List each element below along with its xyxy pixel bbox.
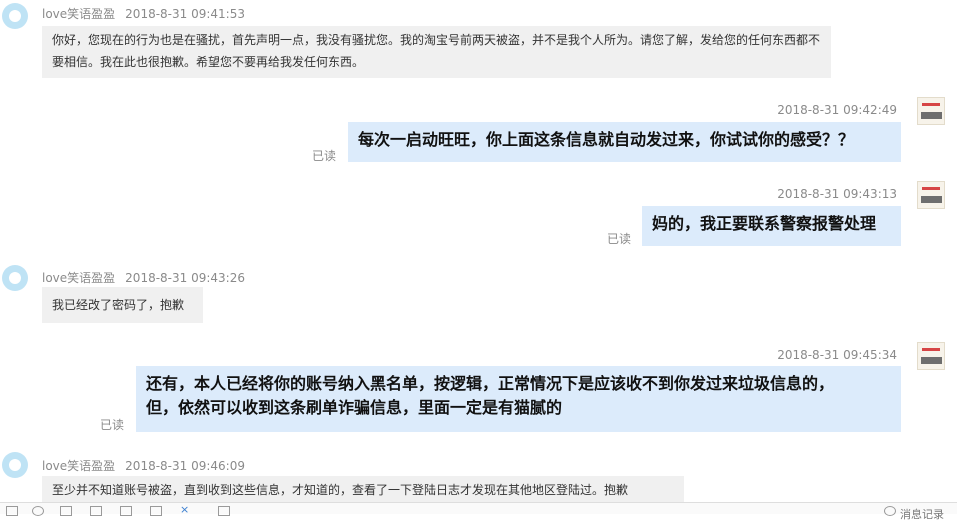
message-text: 妈的，我正要联系警察报警处理 (652, 214, 877, 233)
file-icon[interactable] (218, 506, 230, 516)
read-status: 已读 (607, 232, 632, 246)
font-icon[interactable] (6, 506, 18, 516)
outgoing-message-bubble[interactable]: 每次一启动旺旺，你上面这条信息就自动发过来，你试试你的感受？？ (348, 122, 901, 162)
clock-icon[interactable] (884, 506, 896, 516)
history-button[interactable]: 消息记录 (900, 506, 944, 522)
message-text: 每次一启动旺旺，你上面这条信息就自动发过来，你试试你的感受？？ (358, 130, 855, 149)
message-text: 你好，您现在的行为也是在骚扰，首先声明一点，我没有骚扰您。我的淘宝号前两天被盗，… (52, 33, 821, 69)
avatar-logo-icon (922, 103, 940, 106)
avatar-face-icon (9, 10, 21, 22)
shake-icon[interactable]: × (180, 504, 192, 516)
read-status: 已读 (100, 418, 125, 432)
bottom-toolbar: × 消息记录 (0, 502, 957, 521)
message-header: love笑语盈盈 2018-8-31 09:46:09 (42, 457, 245, 474)
avatar-face-icon (9, 272, 21, 284)
self-avatar[interactable] (917, 97, 945, 125)
avatar-band-icon (921, 357, 942, 364)
emoji-icon[interactable] (32, 506, 44, 516)
avatar-band-icon (921, 196, 942, 203)
message-timestamp: 2018-8-31 09:46:09 (125, 459, 245, 473)
incoming-message-bubble[interactable]: 我已经改了密码了，抱歉 (42, 287, 203, 323)
contact-avatar[interactable] (2, 452, 28, 478)
outgoing-message-bubble[interactable]: 妈的，我正要联系警察报警处理 (642, 206, 901, 246)
contact-avatar[interactable] (2, 3, 28, 29)
message-timestamp: 2018-8-31 09:41:53 (125, 7, 245, 21)
message-timestamp: 2018-8-31 09:43:13 (777, 187, 897, 201)
message-timestamp: 2018-8-31 09:42:49 (777, 103, 897, 117)
image-icon[interactable] (60, 506, 72, 516)
read-status: 已读 (312, 149, 337, 163)
message-header: love笑语盈盈 2018-8-31 09:43:26 (42, 269, 245, 286)
contact-avatar[interactable] (2, 265, 28, 291)
message-text: 还有，本人已经将你的账号纳入黑名单，按逻辑，正常情况下是应该收不到你发过来垃圾信… (146, 374, 835, 417)
incoming-message-bubble[interactable]: 你好，您现在的行为也是在骚扰，首先声明一点，我没有骚扰您。我的淘宝号前两天被盗，… (42, 26, 831, 78)
self-avatar[interactable] (917, 342, 945, 370)
avatar-band-icon (921, 112, 942, 119)
avatar-face-icon (9, 459, 21, 471)
message-text: 我已经改了密码了，抱歉 (52, 298, 185, 312)
self-avatar[interactable] (917, 181, 945, 209)
sender-name[interactable]: love笑语盈盈 (42, 7, 115, 21)
window-icon[interactable] (150, 506, 162, 516)
sender-name[interactable]: love笑语盈盈 (42, 271, 115, 285)
folder-icon[interactable] (90, 506, 102, 516)
message-timestamp: 2018-8-31 09:45:34 (777, 348, 897, 362)
screenshot-icon[interactable] (120, 506, 132, 516)
avatar-logo-icon (922, 348, 940, 351)
message-header: love笑语盈盈 2018-8-31 09:41:53 (42, 5, 245, 22)
sender-name[interactable]: love笑语盈盈 (42, 459, 115, 473)
outgoing-message-bubble[interactable]: 还有，本人已经将你的账号纳入黑名单，按逻辑，正常情况下是应该收不到你发过来垃圾信… (136, 366, 901, 432)
message-timestamp: 2018-8-31 09:43:26 (125, 271, 245, 285)
avatar-logo-icon (922, 187, 940, 190)
message-text: 至少并不知道账号被盗，直到收到这些信息，才知道的，查看了一下登陆日志才发现在其他… (52, 483, 629, 497)
